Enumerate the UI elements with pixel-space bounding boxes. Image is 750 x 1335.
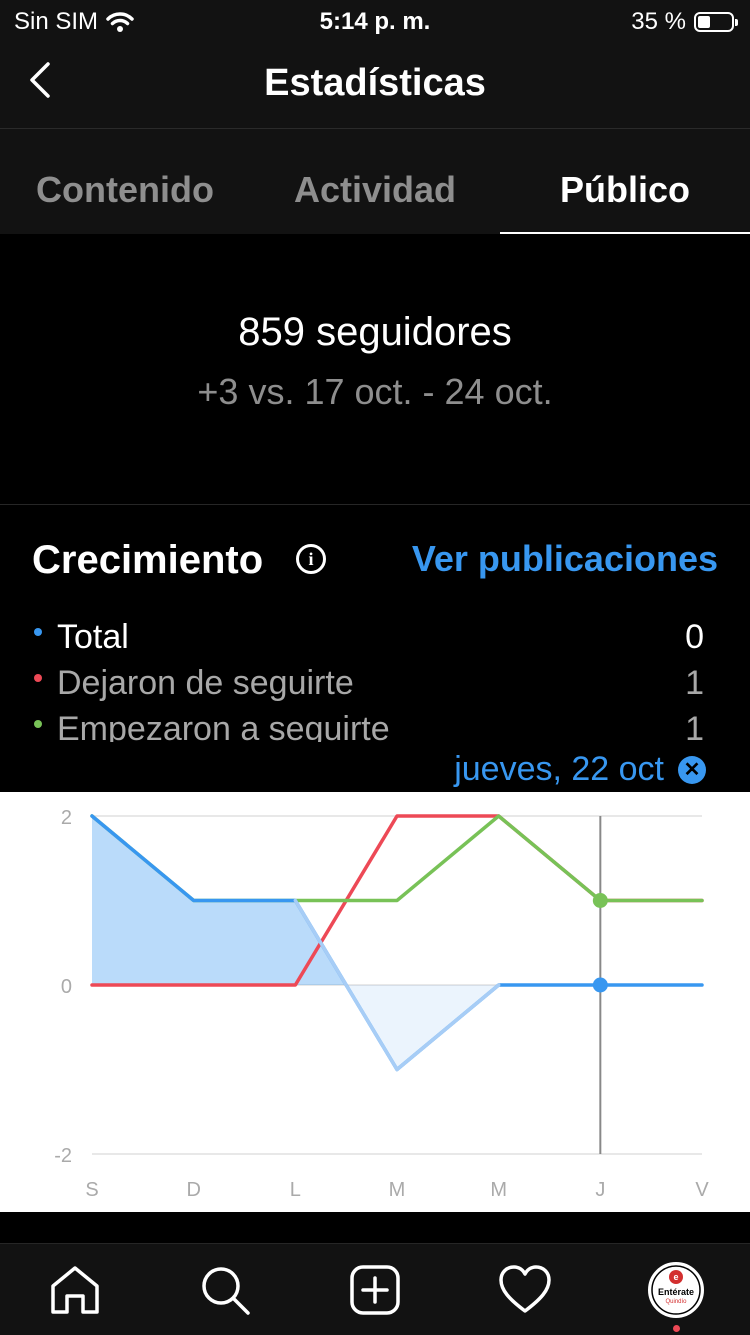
status-bar: Sin SIM 5:14 p. m. 35 % [0, 0, 750, 44]
legend-row-unfollowed: Dejaron de seguirte 1 [32, 664, 704, 710]
legend-dot-total [34, 628, 42, 636]
tab-bar-top: Contenido Actividad Público [0, 129, 750, 234]
growth-header: Crecimiento i Ver publicaciones [32, 538, 718, 588]
legend-dot-followed [34, 720, 42, 728]
nav-bar: Estadísticas [0, 44, 750, 129]
legend-value: 1 [685, 664, 704, 702]
svg-text:Quindío: Quindío [665, 1299, 687, 1305]
profile-avatar[interactable]: e Entérate Quindío [647, 1261, 705, 1332]
x-tick-label: V [695, 1179, 709, 1201]
selected-point-2 [592, 893, 608, 908]
selected-point-0 [592, 977, 608, 993]
x-tick-label: S [85, 1179, 98, 1201]
legend-value: 1 [685, 710, 704, 742]
legend-row-followed: Empezaron a seguirte 1 [32, 710, 704, 742]
tab-contenido[interactable]: Contenido [0, 129, 250, 234]
x-tick-label: D [186, 1179, 200, 1201]
legend-dot-unfollowed [34, 674, 42, 682]
selected-date-label: jueves, 22 oct [454, 750, 664, 788]
y-tick-label: 2 [61, 807, 72, 829]
x-tick-label: M [389, 1179, 406, 1201]
status-right: 35 % [631, 8, 738, 36]
growth-chart[interactable]: 2 0 -2 S D L M M J V [0, 792, 750, 1212]
see-posts-link[interactable]: Ver publicaciones [412, 538, 718, 580]
info-icon[interactable]: i [296, 544, 326, 574]
series-line-2 [90, 814, 704, 903]
legend-label: Dejaron de seguirte [57, 664, 354, 702]
tab-actividad[interactable]: Actividad [250, 129, 500, 234]
x-tick-label: J [595, 1179, 605, 1201]
legend-row-total: Total 0 [32, 618, 704, 664]
y-tick-label: -2 [54, 1145, 72, 1167]
legend-value: 0 [685, 618, 704, 656]
total-area-negative [92, 985, 702, 1070]
bottom-tab-bar: e Entérate Quindío [0, 1243, 750, 1335]
battery-icon [694, 12, 738, 32]
battery-percent: 35 % [631, 8, 686, 35]
heart-icon[interactable] [497, 1262, 553, 1318]
selected-date[interactable]: jueves, 22 oct ✕ [454, 750, 706, 789]
svg-text:e: e [673, 1272, 678, 1282]
growth-title: Crecimiento [32, 538, 264, 582]
followers-delta: +3 vs. 17 oct. - 24 oct. [197, 371, 553, 412]
y-tick-label: 0 [61, 976, 72, 998]
followers-summary: 859 seguidores +3 vs. 17 oct. - 24 oct. [0, 236, 750, 505]
create-icon[interactable] [347, 1262, 403, 1318]
svg-text:Entérate: Entérate [658, 1287, 694, 1297]
notification-dot [673, 1325, 680, 1332]
growth-legend: Total 0 Dejaron de seguirte 1 Empezaron … [32, 618, 704, 742]
x-tick-label: L [290, 1179, 301, 1201]
home-icon[interactable] [47, 1262, 103, 1318]
legend-label: Total [57, 618, 129, 656]
close-icon[interactable]: ✕ [678, 755, 706, 784]
followers-count: 859 seguidores [238, 310, 512, 354]
tab-publico[interactable]: Público [500, 129, 750, 234]
legend-label: Empezaron a seguirte [57, 710, 390, 742]
profile-avatar-image: e Entérate Quindío [648, 1262, 704, 1318]
search-icon[interactable] [197, 1262, 253, 1318]
x-tick-label: M [490, 1179, 507, 1201]
page-title: Estadísticas [264, 62, 486, 104]
chart-svg: 2 0 -2 S D L M M J V [54, 807, 709, 1201]
